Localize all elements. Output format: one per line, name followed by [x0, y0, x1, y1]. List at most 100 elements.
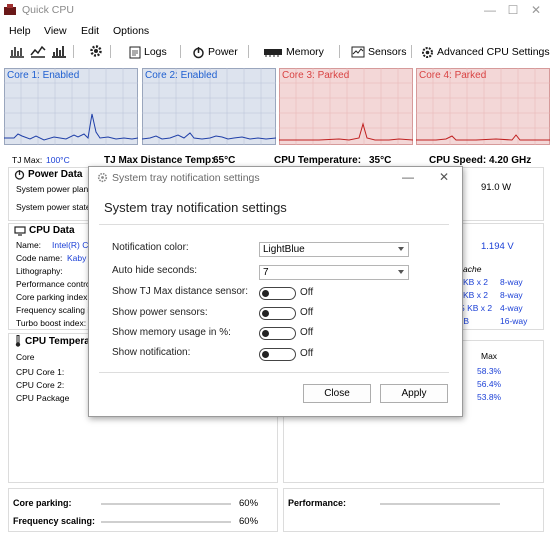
- cache-size: KB x 2: [463, 277, 489, 287]
- logs-label: Logs: [144, 46, 167, 58]
- apply-button[interactable]: Apply: [380, 384, 448, 403]
- toolbar: Logs Power Memory Sensors Advanced CPU S…: [0, 42, 550, 62]
- gear-icon: [97, 172, 108, 183]
- tjmax-value: 100°C: [46, 155, 70, 165]
- show-notification-toggle[interactable]: [259, 348, 296, 361]
- menu-help[interactable]: Help: [9, 25, 31, 37]
- cpu-temperature-title: CPU Tempera: [14, 335, 90, 347]
- cache-way: 8-way: [500, 277, 523, 287]
- chart-icon[interactable]: [9, 44, 25, 58]
- memory-usage-toggle[interactable]: [259, 327, 296, 340]
- line-chart-icon[interactable]: [30, 44, 46, 58]
- power-icon: [193, 46, 204, 58]
- code-name-label: Code name:: [16, 253, 63, 263]
- power-sensors-label: Show power sensors:: [112, 307, 208, 318]
- auto-hide-seconds-select[interactable]: 7: [259, 265, 409, 280]
- cache-size: KB x 2: [463, 290, 489, 300]
- tjmax-sensor-toggle[interactable]: [259, 287, 296, 300]
- notification-settings-dialog: System tray notification settings — ✕ Sy…: [88, 166, 463, 417]
- divider: [99, 224, 449, 225]
- gear-icon[interactable]: [89, 44, 103, 58]
- app-icon: [4, 4, 16, 15]
- dialog-title: System tray notification settings: [112, 172, 260, 184]
- auto-hide-seconds-value: 7: [263, 267, 269, 278]
- dialog-minimize-icon[interactable]: —: [402, 170, 414, 184]
- power-label: Power: [208, 46, 238, 58]
- toolbar-separator: [73, 45, 74, 58]
- memory-usage-label: Show memory usage in %:: [112, 327, 231, 338]
- tjmax-label: TJ Max:: [12, 155, 43, 165]
- notification-color-value: LightBlue: [263, 244, 305, 255]
- memory-button[interactable]: Memory: [263, 44, 324, 60]
- bar-chart-icon[interactable]: [51, 44, 67, 58]
- max-value: 56.4%: [477, 379, 502, 389]
- cpu-temperature-value: 35°C: [369, 155, 392, 166]
- thermometer-icon: [15, 335, 21, 347]
- temp-row-label: CPU Core 2:: [16, 380, 65, 390]
- toolbar-separator: [180, 45, 181, 58]
- logs-icon: [129, 46, 141, 58]
- frequency-scaling-slider[interactable]: [101, 521, 231, 523]
- dialog-close-icon[interactable]: ✕: [439, 170, 449, 184]
- show-notification-label: Show notification:: [112, 347, 191, 358]
- power-sensors-toggle[interactable]: [259, 307, 296, 320]
- cache-way: 16-way: [500, 316, 528, 326]
- tj-distance-value: 65°C: [213, 155, 236, 166]
- close-button[interactable]: Close: [303, 384, 371, 403]
- close-icon[interactable]: ✕: [528, 2, 544, 18]
- menu-edit[interactable]: Edit: [81, 25, 99, 37]
- core-1-label: Core 1: Enabled: [7, 70, 80, 81]
- performance-slider[interactable]: [380, 503, 500, 505]
- temp-row-label: CPU Package: [16, 393, 70, 403]
- power-value: 91.0 W: [481, 182, 512, 193]
- menu-view[interactable]: View: [44, 25, 67, 37]
- core-parking-index-label: Core parking index:: [16, 292, 90, 302]
- core-4-graph: Core 4: Parked: [416, 68, 550, 145]
- sensors-button[interactable]: Sensors: [351, 44, 407, 60]
- core-2-graph: Core 2: Enabled: [142, 68, 276, 145]
- sensors-label: Sensors: [368, 46, 407, 58]
- memory-label: Memory: [286, 46, 324, 58]
- code-name-value: Kaby: [67, 253, 87, 263]
- maximize-icon[interactable]: ☐: [505, 2, 521, 18]
- logs-button[interactable]: Logs: [129, 44, 167, 60]
- cache-header: ache: [463, 264, 482, 274]
- core-2-label: Core 2: Enabled: [145, 70, 218, 81]
- performance-control-label: Performance control: [16, 279, 93, 289]
- tj-distance-label: TJ Max Distance Temp:: [104, 155, 215, 166]
- dialog-heading: System tray notification settings: [104, 200, 287, 215]
- toolbar-separator: [110, 45, 111, 58]
- minimize-icon[interactable]: —: [482, 2, 498, 18]
- core-4-label: Core 4: Parked: [419, 70, 487, 81]
- toggle-state: Off: [300, 348, 314, 359]
- cache-way: 4-way: [500, 303, 523, 313]
- menu-bar: Help View Edit Options: [0, 22, 550, 40]
- toolbar-separator: [411, 45, 412, 58]
- cpu-data-title: CPU Data: [14, 225, 75, 236]
- core-3-label: Core 3: Parked: [282, 70, 350, 81]
- sensors-icon: [351, 46, 365, 58]
- notification-color-label: Notification color:: [112, 242, 189, 253]
- cpu-speed-label: CPU Speed:: [429, 155, 487, 166]
- max-value: 58.3%: [477, 366, 502, 376]
- core-1-graph: Core 1: Enabled: [4, 68, 138, 145]
- core-parking-slider[interactable]: [101, 503, 231, 505]
- power-icon: [14, 170, 25, 180]
- lithography-label: Lithography:: [16, 266, 63, 276]
- power-button[interactable]: Power: [192, 44, 238, 60]
- menu-options[interactable]: Options: [113, 25, 149, 37]
- temp-row-label: CPU Core 1:: [16, 367, 65, 377]
- dialog-title-bar: System tray notification settings — ✕: [89, 167, 462, 189]
- power-plan-label: System power plan:: [16, 184, 91, 194]
- voltage-value: 1.194 V: [481, 241, 514, 252]
- frequency-scaling-value: 60%: [239, 516, 259, 527]
- tjmax-sensor-label: Show TJ Max distance sensor:: [112, 286, 248, 297]
- divider: [99, 372, 449, 373]
- advanced-cpu-settings-label: Advanced CPU Settings: [437, 46, 550, 58]
- toggle-state: Off: [300, 327, 314, 338]
- cache-size: 5 KB x 2: [460, 303, 493, 313]
- advanced-cpu-settings-button[interactable]: Advanced CPU Settings: [421, 44, 550, 60]
- notification-color-select[interactable]: LightBlue: [259, 242, 409, 257]
- max-value: 53.8%: [477, 392, 502, 402]
- power-state-label: System power state:: [16, 202, 94, 212]
